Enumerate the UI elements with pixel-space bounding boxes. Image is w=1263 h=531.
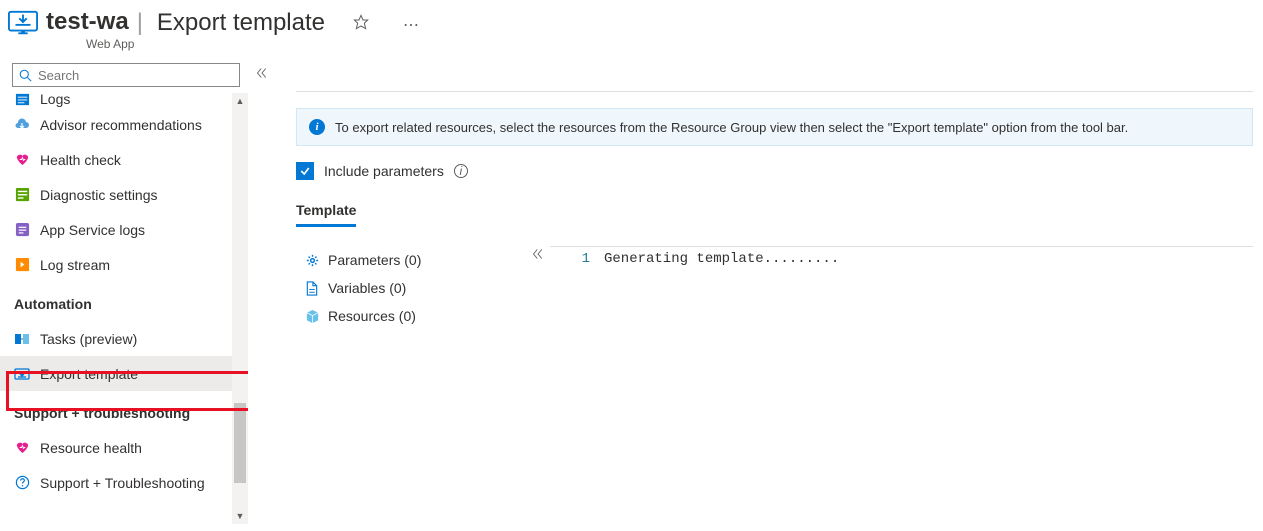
template-tree: Parameters (0) Variables (0) Resources (0) [296, 246, 526, 528]
info-icon: i [309, 119, 325, 135]
tree-item-label: Variables (0) [328, 280, 406, 296]
sidebar-item-label: Support + Troubleshooting [40, 475, 205, 491]
main-content: i To export related resources, select th… [276, 57, 1263, 528]
tabs: Template [296, 202, 1253, 228]
sidebar-item-label: Support + troubleshooting [14, 405, 190, 421]
gear-icon [304, 252, 320, 268]
title-separator: | [137, 9, 143, 37]
tree-item-resources[interactable]: Resources (0) [304, 302, 526, 330]
search-input[interactable] [38, 68, 239, 83]
tree-item-variables[interactable]: Variables (0) [304, 274, 526, 302]
scroll-up-icon[interactable]: ▲ [232, 93, 248, 109]
tree-item-label: Parameters (0) [328, 252, 421, 268]
favorite-button[interactable] [347, 10, 375, 39]
cube-icon [304, 308, 320, 324]
sidebar-item-support-troubleshooting[interactable]: Support + Troubleshooting [0, 465, 232, 500]
settings-icon [14, 187, 30, 203]
search-box[interactable] [12, 63, 240, 87]
sidebar-item-label: Tasks (preview) [40, 331, 137, 347]
tree-item-label: Resources (0) [328, 308, 416, 324]
page-header: test-wa | Export template ⋯ Web App [0, 0, 1263, 57]
sidebar-item-label: Health check [40, 152, 121, 168]
info-text: To export related resources, select the … [335, 120, 1128, 135]
page-title: Export template [157, 9, 325, 37]
more-button[interactable]: ⋯ [397, 11, 425, 39]
divider [296, 91, 1253, 92]
scrollbar[interactable]: ▲ ▼ [232, 93, 248, 524]
code-line: Generating template......... [604, 247, 839, 528]
logs-icon [14, 93, 30, 107]
sidebar-item-app-service-logs[interactable]: App Service logs [0, 212, 232, 247]
code-editor[interactable]: 1 Generating template......... [550, 246, 1253, 528]
line-number: 1 [550, 247, 604, 528]
search-icon [19, 69, 32, 82]
collapse-sidebar-button[interactable] [248, 57, 276, 528]
sidebar-item-health-check[interactable]: Health check [0, 142, 232, 177]
cloud-icon [14, 117, 30, 133]
tree-item-parameters[interactable]: Parameters (0) [304, 246, 526, 274]
scroll-thumb[interactable] [234, 403, 246, 483]
sidebar-item-export-template[interactable]: Export template [0, 356, 232, 391]
export-icon [14, 366, 30, 382]
sidebar-item-advisor-recommendations[interactable]: Advisor recommendations [0, 107, 232, 142]
sidebar: Logs Advisor recommendations Health check D… [0, 57, 248, 528]
sidebar-item-label: Export template [40, 366, 138, 382]
sidebar-item-automation: Automation [0, 286, 232, 321]
sidebar-item-tasks-preview-[interactable]: Tasks (preview) [0, 321, 232, 356]
app-logs-icon [14, 222, 30, 238]
heart-icon [14, 152, 30, 168]
resource-name[interactable]: test-wa [46, 9, 129, 35]
webapp-icon [6, 6, 40, 40]
sidebar-item-label: Resource health [40, 440, 142, 456]
sidebar-item-diagnostic-settings[interactable]: Diagnostic settings [0, 177, 232, 212]
stream-icon [14, 257, 30, 273]
sidebar-item-label: Log stream [40, 257, 110, 273]
sidebar-item-label: App Service logs [40, 222, 145, 238]
include-parameters-label: Include parameters [324, 163, 444, 179]
sidebar-item-label: Logs [40, 93, 70, 107]
sidebar-item-support-troubleshooting: Support + troubleshooting [0, 395, 232, 430]
tasks-icon [14, 331, 30, 347]
include-parameters-checkbox[interactable] [296, 162, 314, 180]
sidebar-item-logs[interactable]: Logs [0, 93, 232, 107]
scroll-down-icon[interactable]: ▼ [232, 508, 248, 524]
sidebar-item-label: Advisor recommendations [40, 117, 202, 133]
info-banner: i To export related resources, select th… [296, 108, 1253, 146]
heart-icon [14, 440, 30, 456]
sidebar-item-resource-health[interactable]: Resource health [0, 430, 232, 465]
collapse-tree-button[interactable] [526, 246, 550, 528]
file-icon [304, 280, 320, 296]
sidebar-menu: Logs Advisor recommendations Health check D… [0, 93, 248, 500]
resource-type: Web App [86, 37, 425, 51]
tab-template[interactable]: Template [296, 202, 356, 227]
sidebar-item-label: Automation [14, 296, 92, 312]
sidebar-item-log-stream[interactable]: Log stream [0, 247, 232, 282]
sidebar-item-label: Diagnostic settings [40, 187, 158, 203]
support-icon [14, 475, 30, 491]
help-icon[interactable]: i [454, 164, 468, 178]
